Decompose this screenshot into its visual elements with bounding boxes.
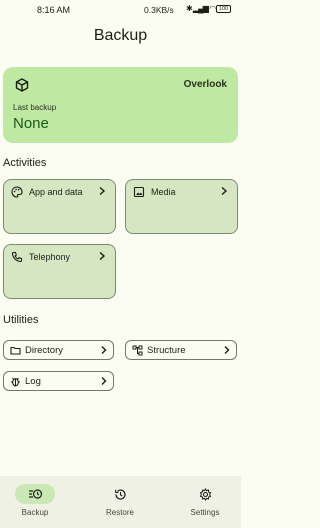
utility-label: Directory	[25, 345, 64, 356]
palette-icon	[11, 186, 23, 198]
last-backup-value: None	[13, 115, 49, 132]
tree-icon	[132, 345, 143, 356]
last-backup-card: Overlook Last backup None	[3, 67, 238, 143]
nav-backup[interactable]: Backup	[0, 476, 80, 528]
utility-structure[interactable]: Structure	[125, 340, 237, 360]
nav-icon-slot	[100, 484, 140, 504]
backup-icon	[29, 489, 42, 499]
status-time: 8:16 AM	[37, 5, 71, 15]
nav-restore[interactable]: Restore	[85, 476, 165, 528]
network-speed: 0.3KB/s	[144, 5, 174, 15]
utility-log[interactable]: Log	[3, 371, 114, 391]
chevron-right-icon	[224, 346, 230, 354]
image-icon	[133, 186, 145, 198]
phone-icon	[11, 251, 23, 263]
chevron-right-icon	[99, 186, 106, 196]
activity-telephony[interactable]: Telephony	[3, 244, 116, 299]
activities-heading: Activities	[3, 157, 47, 169]
bottom-navigation: Backup Restore Settings	[0, 476, 241, 528]
utility-label: Structure	[147, 345, 186, 356]
app-name: Overlook	[183, 79, 227, 90]
activity-label: Media	[151, 187, 176, 197]
last-backup-label: Last backup	[13, 103, 57, 112]
battery-icon: 100	[216, 5, 231, 13]
activity-media[interactable]: Media	[125, 179, 238, 234]
chevron-right-icon	[221, 186, 228, 196]
utilities-heading: Utilities	[3, 314, 39, 326]
chevron-right-icon	[101, 377, 107, 385]
chevron-right-icon	[101, 346, 107, 354]
nav-label: Backup	[21, 508, 49, 517]
activity-label: App and data	[29, 187, 83, 197]
page-title: Backup	[93, 27, 148, 44]
nav-label: Restore	[105, 508, 134, 517]
utility-directory[interactable]: Directory	[3, 340, 114, 360]
nav-active-indicator	[15, 484, 55, 504]
activity-label: Telephony	[29, 252, 71, 262]
gear-icon	[199, 487, 211, 501]
bug-icon	[11, 377, 20, 387]
status-bar: 8:16 AM 0.3KB/s ✱ ▂▄▆ ◠ 100	[0, 0, 241, 20]
folder-icon	[10, 346, 21, 355]
cube-icon	[15, 78, 29, 92]
signal-icon: ✱ ▂▄▆ ◠	[186, 4, 216, 13]
nav-label: Settings	[190, 508, 220, 517]
activity-app-and-data[interactable]: App and data	[3, 179, 116, 234]
utility-label: Log	[25, 376, 41, 387]
chevron-right-icon	[99, 251, 106, 261]
nav-icon-slot	[185, 484, 225, 504]
nav-settings[interactable]: Settings	[170, 476, 250, 528]
restore-icon	[114, 488, 126, 500]
